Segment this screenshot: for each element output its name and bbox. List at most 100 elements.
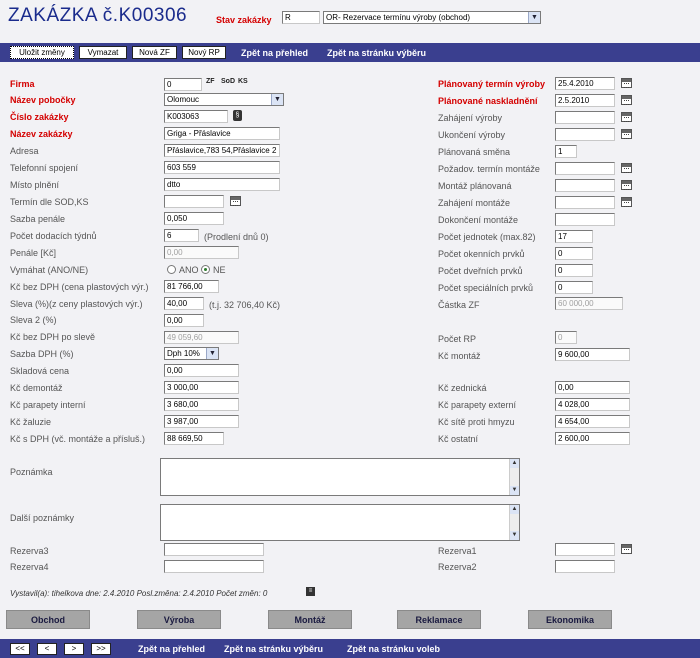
status-code-field[interactable]: R (282, 11, 320, 24)
sleva2-field[interactable]: 0,00 (164, 314, 204, 327)
site-field[interactable]: 4 654,00 (555, 415, 630, 428)
zednicka-field[interactable]: 0,00 (555, 381, 630, 394)
calendar-icon[interactable] (621, 129, 632, 139)
calendar-icon[interactable] (230, 196, 241, 206)
dokonceni-montaze-label: Dokončení montáže (438, 215, 519, 225)
misto-field[interactable]: dtto (164, 178, 280, 191)
tab-vyroba[interactable]: Výroba (137, 610, 221, 629)
vymahat-ano-radio[interactable] (167, 265, 176, 274)
smena-field[interactable]: 1 (555, 145, 577, 158)
pozad-montaz-field[interactable] (555, 162, 615, 175)
zf-icon[interactable]: ZF (206, 78, 215, 85)
link-selection[interactable]: Zpět na stránku výběru (327, 47, 426, 59)
okenni-field[interactable]: 0 (555, 247, 593, 260)
penale-label: Penále [Kč] (10, 248, 57, 258)
scrollbar[interactable]: ▲ ▼ (509, 459, 519, 495)
new-rp-button[interactable]: Nový RP (182, 46, 226, 59)
scroll-down-icon[interactable]: ▼ (510, 486, 519, 495)
kc-montaz-field[interactable]: 9 600,00 (555, 348, 630, 361)
demontaz-field[interactable]: 3 000,00 (164, 381, 239, 394)
zahajeni-vyroby-field[interactable] (555, 111, 615, 124)
bottom-link-selection[interactable]: Zpět na stránku výběru (224, 643, 323, 655)
tab-reklamace[interactable]: Reklamace (397, 610, 481, 629)
pocet-tydnu-field[interactable]: 6 (164, 229, 199, 242)
ukonceni-vyroby-field[interactable] (555, 128, 615, 141)
scrollbar[interactable]: ▲ ▼ (509, 505, 519, 540)
vymahat-ne-radio[interactable] (201, 265, 210, 274)
calendar-icon[interactable] (621, 197, 632, 207)
castka-zf-field: 60 000,00 (555, 297, 623, 310)
dalsi-textarea[interactable]: ▲ ▼ (160, 504, 520, 541)
sazba-penale-field[interactable]: 0,050 (164, 212, 224, 225)
telefon-field[interactable]: 603 559 (164, 161, 280, 174)
bottom-link-voleb[interactable]: Zpět na stránku voleb (347, 643, 440, 655)
firma-field[interactable]: 0 (164, 78, 202, 91)
last-page-button[interactable]: >> (91, 643, 111, 655)
lookup-icon[interactable]: § (233, 110, 242, 121)
save-button[interactable]: Uložit změny (10, 46, 74, 59)
first-page-button[interactable]: << (10, 643, 30, 655)
nazev-field[interactable]: Griga - Přáslavice (164, 127, 280, 140)
ostatni-field[interactable]: 2 600,00 (555, 432, 630, 445)
delete-button[interactable]: Vymazat (79, 46, 127, 59)
dverni-field[interactable]: 0 (555, 264, 593, 277)
tab-montaz[interactable]: Montáž (268, 610, 352, 629)
next-page-button[interactable]: > (64, 643, 84, 655)
calendar-icon[interactable] (621, 95, 632, 105)
new-zf-button[interactable]: Nová ZF (132, 46, 177, 59)
pocet-jednotek-field[interactable]: 17 (555, 230, 593, 243)
scroll-down-icon[interactable]: ▼ (510, 531, 519, 540)
scroll-up-icon[interactable]: ▲ (510, 459, 519, 468)
kc-s-dph-label: Kč s DPH (vč. montáže a přísluš.) (10, 434, 146, 444)
rezerva1-field[interactable] (555, 543, 615, 556)
calendar-icon[interactable] (621, 78, 632, 88)
ks-icon[interactable]: KS (238, 78, 248, 85)
sazba-dph-select[interactable]: Dph 10% ▼ (164, 347, 219, 360)
kc-bez-dph-label: Kč bez DPH (cena plastových výr.) (10, 282, 149, 292)
calendar-icon[interactable] (621, 180, 632, 190)
termin-sod-label: Termín dle SOD,KS (10, 197, 89, 207)
plan-vyroby-field[interactable]: 25.4.2010 (555, 77, 615, 90)
calendar-icon[interactable] (621, 112, 632, 122)
scroll-up-icon[interactable]: ▲ (510, 505, 519, 514)
kc-bez-dph-field[interactable]: 81 766,00 (164, 280, 219, 293)
zahajeni-montaze-field[interactable] (555, 196, 615, 209)
kc-po-sleve-field: 49 059,60 (164, 331, 239, 344)
chevron-down-icon: ▼ (206, 348, 218, 359)
poznamka-textarea[interactable]: ▲ ▼ (160, 458, 520, 496)
parapety-int-label: Kč parapety interní (10, 400, 86, 410)
sod-icon[interactable]: SoD (221, 78, 235, 85)
kc-po-sleve-label: Kč bez DPH po slevě (10, 332, 96, 342)
dokonceni-montaze-field[interactable] (555, 213, 615, 226)
kc-s-dph-field[interactable]: 88 669,50 (164, 432, 224, 445)
cislo-field[interactable]: K003063 (164, 110, 228, 123)
pobocka-select[interactable]: Olomouc ▼ (164, 93, 284, 106)
link-overview[interactable]: Zpět na přehled (241, 47, 308, 59)
dalsi-label: Další poznámky (10, 513, 75, 523)
zahajeni-montaze-label: Zahájení montáže (438, 198, 511, 208)
montaz-plan-field[interactable] (555, 179, 615, 192)
tab-obchod[interactable]: Obchod (6, 610, 90, 629)
tab-ekonomika[interactable]: Ekonomika (528, 610, 612, 629)
history-icon[interactable]: ≡ (306, 587, 315, 596)
rezerva3-field[interactable] (164, 543, 264, 556)
zaluzie-field[interactable]: 3 987,00 (164, 415, 239, 428)
specialni-field[interactable]: 0 (555, 281, 593, 294)
parapety-int-field[interactable]: 3 680,00 (164, 398, 239, 411)
adresa-field[interactable]: Přáslavice,783 54,Přáslavice 2 (164, 144, 280, 157)
skladova-field[interactable]: 0,00 (164, 364, 239, 377)
calendar-icon[interactable] (621, 163, 632, 173)
rezerva2-field[interactable] (555, 560, 615, 573)
bottom-link-overview[interactable]: Zpět na přehled (138, 643, 205, 655)
smena-label: Plánovaná směna (438, 147, 511, 157)
termin-sod-field[interactable] (164, 195, 224, 208)
montaz-plan-label: Montáž plánovaná (438, 181, 512, 191)
sleva-field[interactable]: 40,00 (164, 297, 204, 310)
prev-page-button[interactable]: < (37, 643, 57, 655)
pocet-rp-field: 0 (555, 331, 577, 344)
parapety-ext-field[interactable]: 4 028,00 (555, 398, 630, 411)
rezerva4-field[interactable] (164, 560, 264, 573)
status-select[interactable]: OR- Rezervace termínu výroby (obchod) ▼ (323, 11, 541, 24)
calendar-icon[interactable] (621, 544, 632, 554)
plan-nasklad-field[interactable]: 2.5.2010 (555, 94, 615, 107)
